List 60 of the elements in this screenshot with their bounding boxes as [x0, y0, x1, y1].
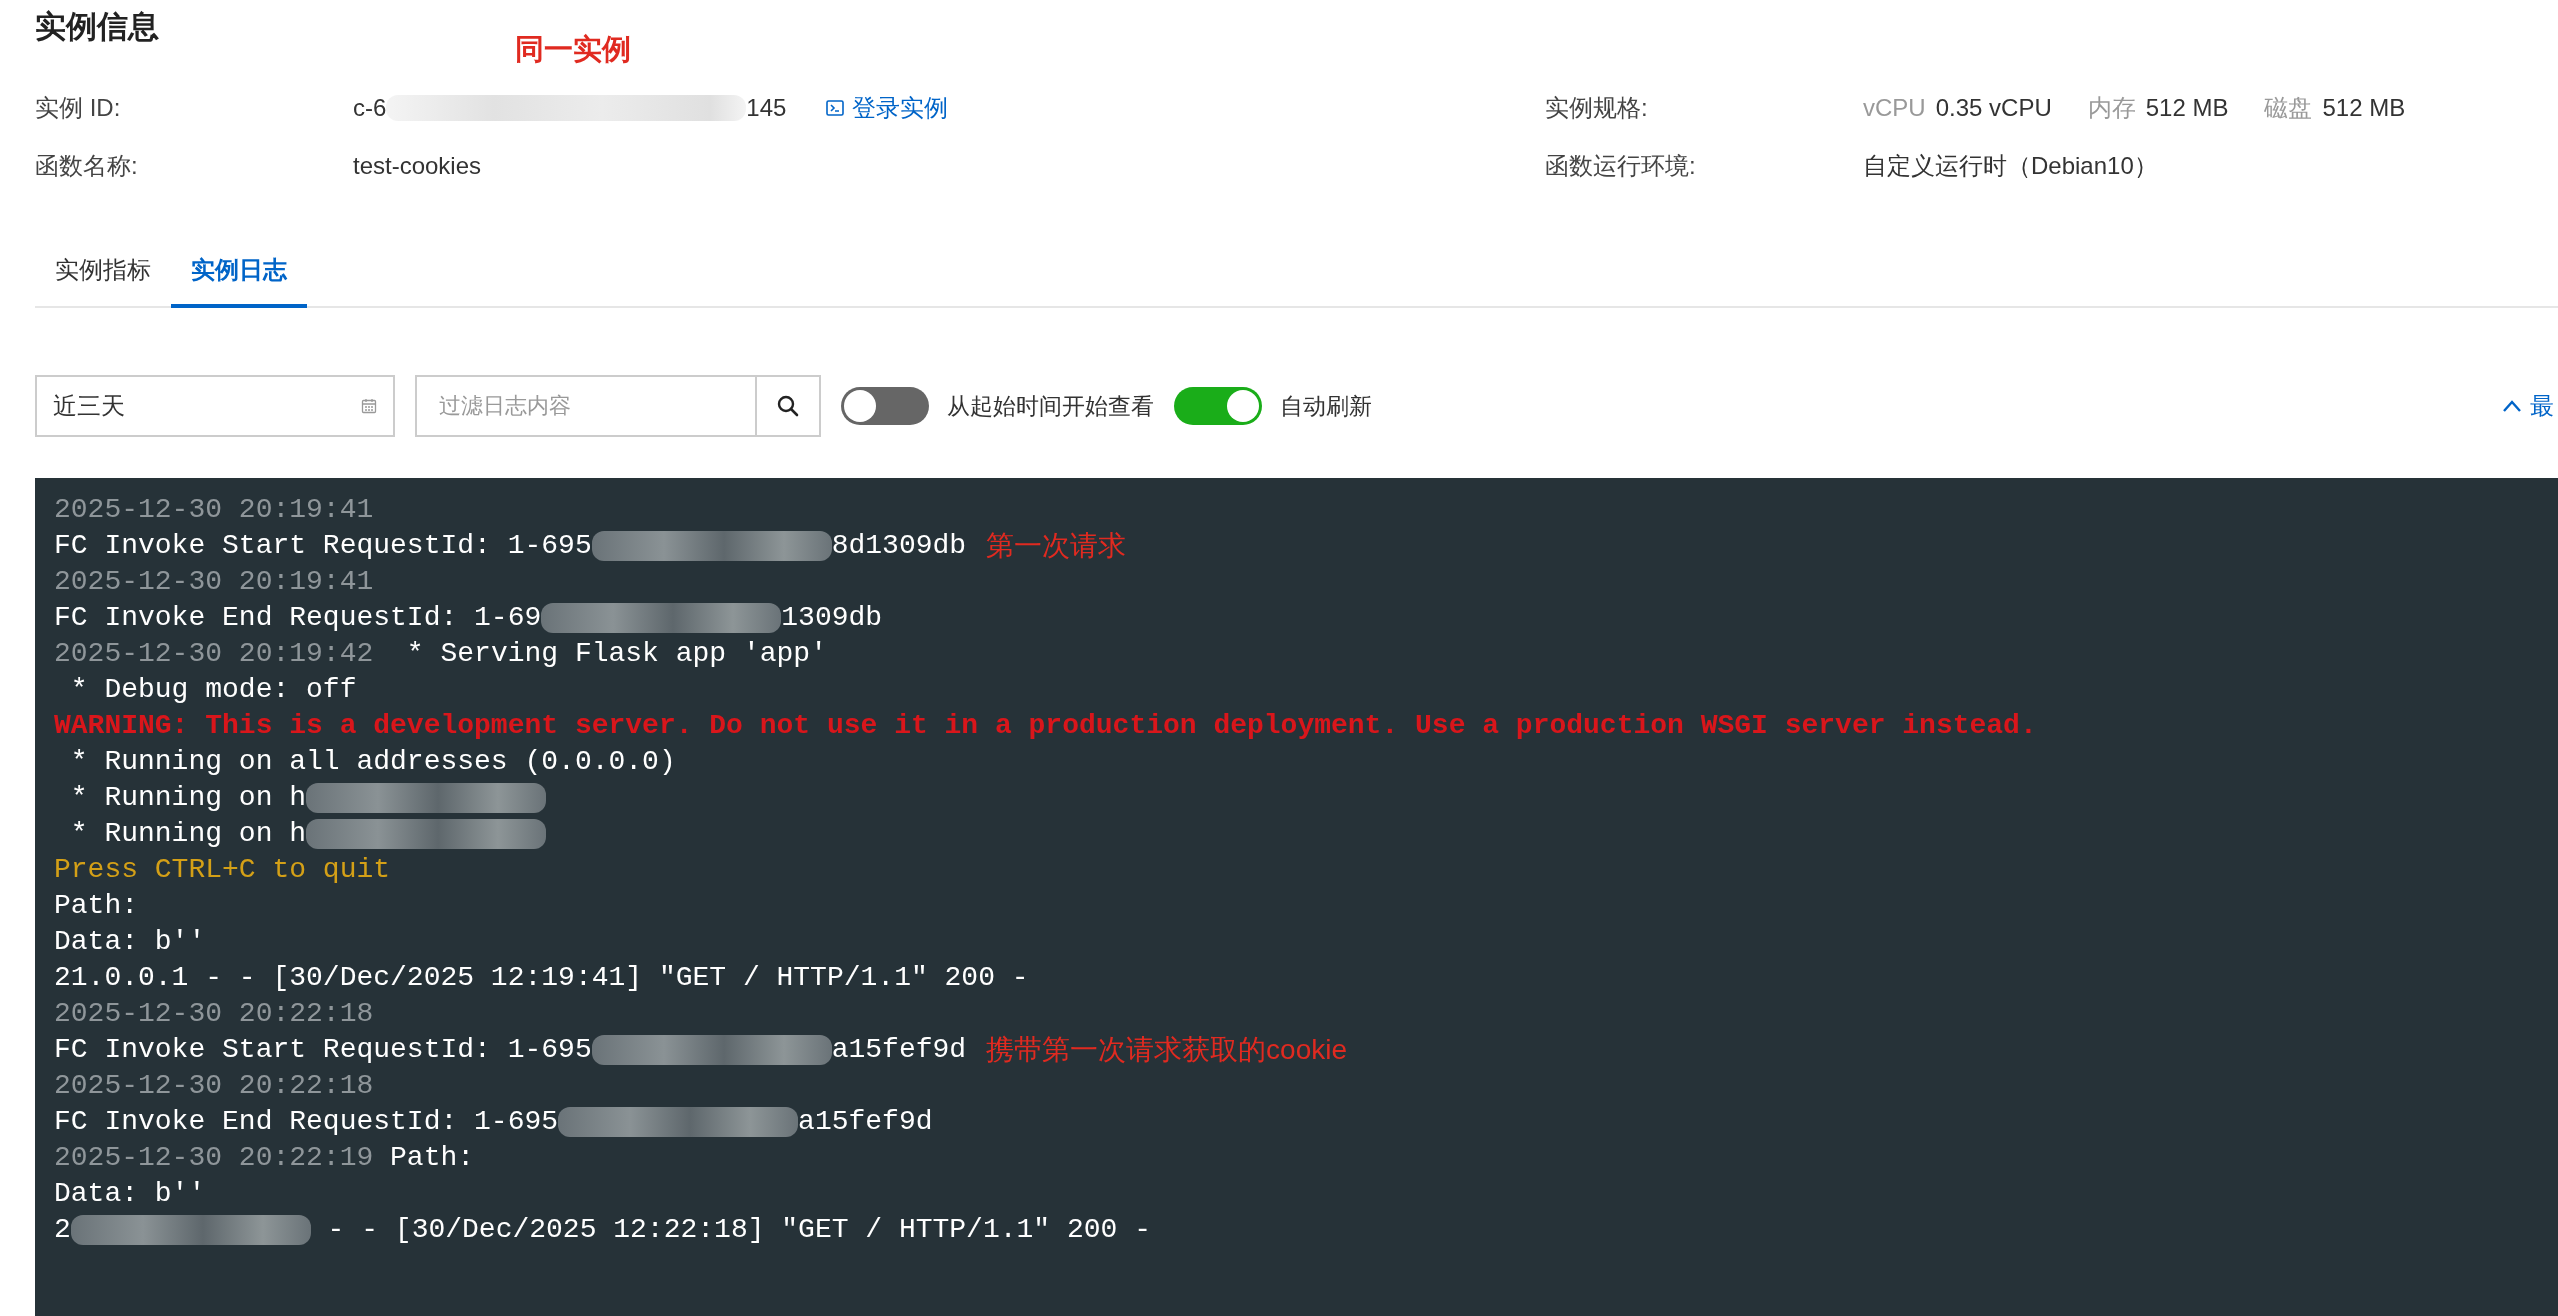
log-text: Data: b'' [54, 925, 206, 959]
annotation-text: 第一次请求 [986, 529, 1127, 563]
warning-text: WARNING: This is a development server. Do not use it in a production deployment. Use a production WSGI server instead. [54, 709, 2037, 743]
collapse-link[interactable]: 最 [2502, 390, 2554, 422]
log-text: 2 [54, 1213, 71, 1247]
spec-label: 磁盘 [2264, 93, 2313, 123]
toggle-switch[interactable] [1174, 387, 1262, 425]
log-text: Data: b'' [54, 1177, 206, 1211]
search-field[interactable]: 过滤日志内容 [415, 375, 755, 437]
log-timestamp: 2025-12-30 20:19:41 [54, 565, 374, 599]
log-text: 1309db [781, 601, 883, 635]
log-timestamp: 2025-12-30 20:22:18 [54, 997, 374, 1031]
log-text: * Serving Flask app 'app' [405, 637, 827, 671]
tab[interactable]: 实例指标 [35, 242, 171, 308]
log-text: FC Invoke End RequestId: 1-695 [54, 1105, 559, 1139]
log-text: * Debug mode: off [69, 673, 357, 707]
log-text: - - [30/Dec/2025 12:22:18] "GET / HTTP/1.1" 200 - [326, 1213, 1151, 1247]
spec-label: vCPU [1863, 94, 1926, 122]
spec-value: 512 MB [2322, 94, 2406, 122]
log-timestamp: 2025-12-30 20:22:18 [54, 1069, 374, 1103]
log-text: 8d1309db [831, 529, 967, 563]
field-label: 函数运行环境: [1545, 151, 1697, 181]
field-label: 实例规格: [1545, 93, 1649, 123]
log-text: Path: [389, 1141, 475, 1175]
field-value: test-cookies [353, 152, 482, 180]
log-timestamp: 2025-12-30 20:19:42 [54, 637, 374, 671]
spec-label: 内存 [2087, 93, 2136, 123]
terminal-icon [826, 100, 845, 116]
log-text: FC Invoke Start RequestId: 1-695 [54, 1033, 592, 1067]
date-range-field[interactable]: 近三天 [35, 375, 395, 437]
tab[interactable]: 实例日志 [171, 242, 307, 308]
calendar-icon [361, 398, 377, 414]
log-text: a15fef9d [798, 1105, 933, 1139]
log-text: 21.0.0.1 - - [30/Dec/2025 12:19:41] "GET / HTTP/1.1" 200 - [54, 961, 1029, 995]
field-value: 自定义运行时（Debian10） [1863, 151, 2158, 181]
annotation-text: 同一实例 [515, 32, 631, 67]
log-text: FC Invoke End RequestId: 1-69 [54, 601, 542, 635]
log-text: * Running on h [69, 781, 307, 815]
field-value: 145 [746, 94, 787, 122]
log-timestamp: 2025-12-30 20:19:41 [54, 493, 374, 527]
annotation-text: 携带第一次请求获取的cookie [986, 1033, 1348, 1067]
toggle-label: 从起始时间开始查看 [947, 391, 1154, 421]
log-text: * Running on all addresses (0.0.0.0) [69, 745, 676, 779]
log-text: a15fef9d [831, 1033, 967, 1067]
chevron-up-icon [2502, 399, 2522, 413]
spec-value: 512 MB [2145, 94, 2229, 122]
search-button[interactable] [755, 375, 821, 437]
prompt-text: Press CTRL+C to quit [54, 853, 391, 887]
field-label: 实例 ID: [35, 93, 122, 123]
spec-value: 0.35 vCPU [1935, 94, 2052, 122]
login-link[interactable]: 登录实例 [826, 92, 949, 124]
toggle-switch[interactable] [841, 387, 929, 425]
log-timestamp: 2025-12-30 20:22:19 [54, 1141, 374, 1175]
log-text: FC Invoke Start RequestId: 1-695 [54, 529, 592, 563]
search-icon [776, 394, 800, 418]
field-value: c-6 [353, 94, 387, 122]
log-text: * Running on h [69, 817, 307, 851]
field-label: 函数名称: [35, 151, 139, 181]
toggle-label: 自动刷新 [1280, 391, 1372, 421]
log-text: Path: [54, 889, 138, 923]
